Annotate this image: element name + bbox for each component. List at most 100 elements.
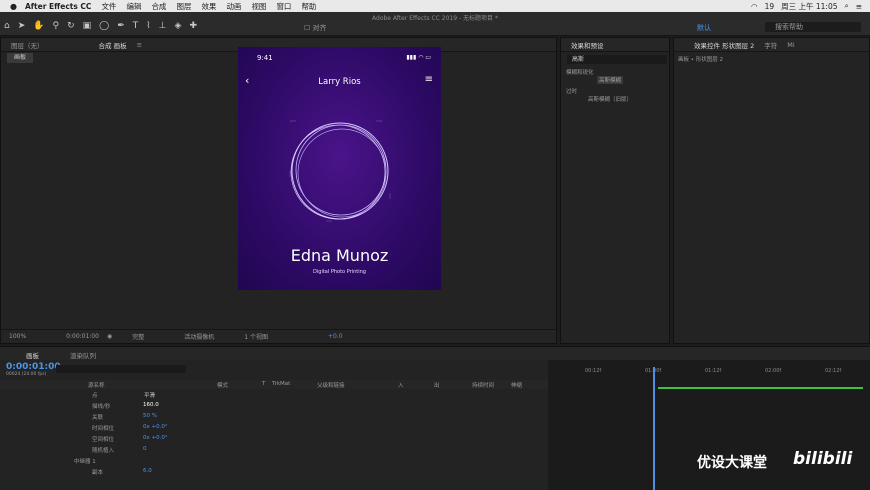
menubar-clock[interactable]: 周三 上午 11:05 [781, 1, 837, 12]
tab-render-queue[interactable]: 渲染队列 [70, 350, 96, 360]
prop-label: 中继器 1 [74, 459, 96, 465]
align-checkbox[interactable]: ☐ 对齐 [304, 23, 327, 33]
effect-controls-panel: 效果控件 形状图层 2 字符 Mi 画板 • 形状图层 2 [673, 37, 870, 344]
menu-edit[interactable]: 编辑 [126, 1, 141, 12]
fx-item-gaussian-legacy[interactable]: 高斯模糊（旧版） [588, 95, 632, 103]
home-icon[interactable]: ⌂ [4, 21, 10, 31]
work-area-bar[interactable] [658, 387, 863, 389]
timeline-column-header: 源名称 模式 T TrkMat 父级和链接 入 出 持续时间 伸缩 [0, 380, 548, 389]
pin-tool-icon[interactable]: ✚ [189, 21, 197, 31]
timeline-row[interactable]: 随机植入 0 [0, 445, 548, 456]
snapshot-icon[interactable]: ◉ [107, 333, 112, 340]
prop-value[interactable]: 50 % [143, 413, 157, 419]
exposure-value[interactable]: +0.0 [328, 333, 343, 340]
tab-effects-presets[interactable]: 效果和预设 [571, 40, 604, 50]
timeline-row[interactable]: 时间相位 0x +0.0° [0, 423, 548, 434]
tab-character[interactable]: 字符 [764, 40, 777, 50]
timeline-row[interactable]: 空间相位 0x +0.0° [0, 434, 548, 445]
eraser-tool-icon[interactable]: ◈ [175, 21, 182, 31]
ruler-tick: 01:12f [705, 368, 722, 374]
camera-select[interactable]: 活动摄像机 [184, 332, 214, 341]
col-mode[interactable]: 模式 [217, 381, 228, 389]
wifi-icon[interactable]: ◠ [751, 2, 758, 11]
workspace-default[interactable]: 默认 [697, 23, 711, 33]
prop-value[interactable]: 0x +0.0° [143, 435, 168, 441]
search-icon[interactable]: ⌕ [845, 1, 849, 11]
text-tool-icon[interactable]: T [133, 21, 139, 31]
prop-value[interactable]: 平滑 [144, 391, 155, 399]
resolution-select[interactable]: 完整 [132, 332, 144, 341]
zoom-tool-icon[interactable]: ⚲ [52, 21, 59, 31]
menu-help[interactable]: 帮助 [301, 1, 316, 12]
help-search-input[interactable]: 搜索帮助 [765, 22, 861, 32]
prop-label: 副本 [92, 470, 104, 476]
timeline-timecode[interactable]: 0:00:01:00 [6, 362, 61, 372]
tools-panel: Adobe After Effects CC 2019 - 无标题项目 * ⌂ … [0, 12, 870, 36]
composition-viewer[interactable]: 9:41 ▮▮▮ ◠ ▭ ‹ Larry Rios ≡ Edna Munoz D… [238, 47, 441, 290]
prop-value[interactable]: 6.0 [143, 468, 152, 474]
col-parent[interactable]: 父级和链接 [317, 381, 345, 389]
apple-icon[interactable]: ● [10, 2, 17, 11]
col-duration[interactable]: 持续时间 [472, 381, 494, 389]
tab-composition[interactable]: 合成 画板 [99, 40, 127, 50]
fx-category-obsolete[interactable]: 过时 [566, 87, 577, 95]
list-icon[interactable]: ≡ [856, 2, 862, 11]
timeline-row[interactable]: 关联 50 % [0, 412, 548, 423]
menu-effect[interactable]: 效果 [201, 1, 216, 12]
col-in[interactable]: 入 [398, 381, 404, 389]
prop-value[interactable]: 160.0 [143, 402, 159, 408]
timeline-tabbar: 画板 渲染队列 [0, 346, 870, 360]
col-stretch[interactable]: 伸缩 [511, 381, 522, 389]
views-select[interactable]: 1 个视图 [244, 332, 268, 341]
menu-composition[interactable]: 合成 [151, 1, 166, 12]
watermark-text: 优设大课堂 [697, 455, 767, 471]
camera-tool-icon[interactable]: ▣ [83, 21, 92, 31]
timeline-row[interactable]: 描线/秒 160.0 [0, 401, 548, 412]
prop-label: 关联 [92, 415, 104, 421]
prop-value[interactable]: 0x +0.0° [143, 424, 168, 430]
col-source-name[interactable]: 源名称 [88, 381, 105, 389]
selection-tool-icon[interactable]: ➤ [18, 21, 26, 31]
col-trkmat[interactable]: TrkMat [272, 381, 290, 387]
timeline-search-input[interactable] [56, 365, 186, 373]
panel-menu-icon[interactable]: ≡ [137, 41, 142, 49]
timeline-layers: 0:00:01:00 00024 (24.00 fps) 源名称 模式 T Tr… [0, 360, 548, 490]
fx-item-gaussian[interactable]: 高斯模糊 [597, 76, 624, 84]
tab-effect-controls[interactable]: 效果控件 形状图层 2 [694, 40, 754, 50]
app-menu[interactable]: After Effects CC [25, 2, 91, 11]
effects-presets-panel: 效果和预设 高斯 模糊和锐化 高斯模糊 过时 高斯模糊（旧版） [560, 37, 670, 344]
shape-tool-icon[interactable]: ◯ [99, 21, 109, 31]
col-t[interactable]: T [262, 381, 265, 387]
hand-tool-icon[interactable]: ✋ [33, 21, 44, 31]
fx-category-blur[interactable]: 模糊和锐化 [566, 68, 594, 76]
playhead[interactable] [653, 367, 655, 490]
menu-animation[interactable]: 动画 [226, 1, 241, 12]
prop-label: 点 [92, 393, 98, 399]
menu-window[interactable]: 窗口 [276, 1, 291, 12]
menu-layer[interactable]: 图层 [176, 1, 191, 12]
tab-layer[interactable]: 图层（无） [11, 40, 44, 50]
pen-tool-icon[interactable]: ✒ [117, 21, 125, 31]
mac-menubar: ● After Effects CC 文件 编辑 合成 图层 效果 动画 视图 … [0, 0, 870, 12]
tab-more[interactable]: Mi [787, 41, 794, 49]
timeline-row[interactable]: 中继器 1 [0, 456, 548, 467]
timeline-row[interactable]: 点 平滑 [0, 390, 548, 401]
bilibili-logo: bilibili [793, 449, 853, 469]
timeline-row[interactable]: 副本 6.0 [0, 467, 548, 478]
menu-view[interactable]: 视图 [251, 1, 266, 12]
prop-value[interactable]: 0 [143, 446, 147, 452]
clone-tool-icon[interactable]: ⊥ [159, 21, 167, 31]
comp-sub-tab[interactable]: 画板 [7, 53, 33, 63]
align-label: 对齐 [312, 24, 327, 32]
prop-label: 时间相位 [92, 426, 115, 432]
battery-count[interactable]: 19 [765, 2, 775, 11]
effects-search-input[interactable]: 高斯 [567, 55, 667, 64]
brush-tool-icon[interactable]: ⌇ [146, 21, 150, 31]
tab-timeline[interactable]: 画板 [26, 350, 39, 360]
col-out[interactable]: 出 [434, 381, 440, 389]
prop-label: 描线/秒 [92, 404, 111, 410]
menu-file[interactable]: 文件 [101, 1, 116, 12]
rotate-tool-icon[interactable]: ↻ [67, 21, 75, 31]
zoom-select[interactable]: 100% [9, 333, 26, 340]
comp-timecode[interactable]: 0:00:01:00 [66, 333, 99, 340]
